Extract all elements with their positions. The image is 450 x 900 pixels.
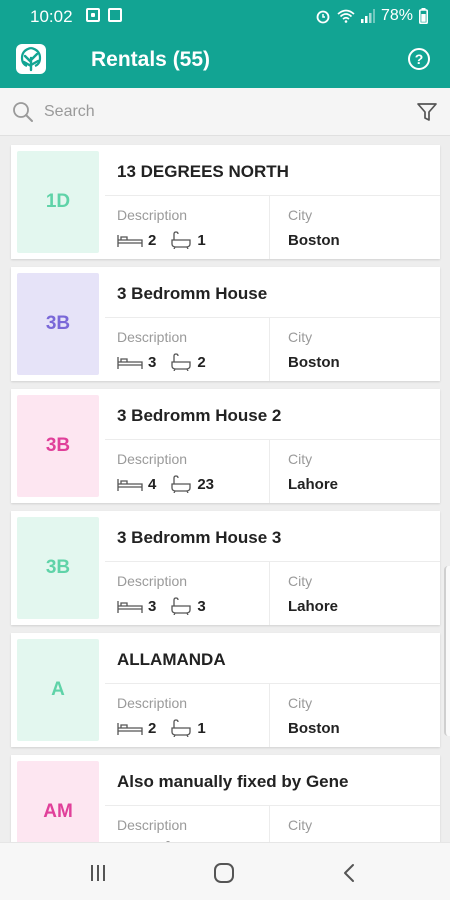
- bathroom-count: 3: [197, 597, 206, 615]
- bedroom-count: 4: [148, 475, 157, 493]
- help-icon[interactable]: ?: [408, 48, 430, 70]
- bedroom-count: 2: [148, 231, 157, 249]
- rental-name: 3 Bedromm House 2: [117, 406, 282, 425]
- wifi-icon: [337, 9, 355, 23]
- row-divider: [105, 195, 440, 196]
- column-divider: [269, 195, 270, 259]
- rental-badge: 3B: [17, 395, 99, 497]
- bathroom-count: 2: [197, 353, 206, 371]
- bed-icon: [117, 601, 143, 613]
- back-icon[interactable]: [338, 861, 362, 885]
- rental-card[interactable]: 3B 3 Bedromm House 3 Description City 3 …: [11, 511, 440, 625]
- bathroom-count: 23: [197, 475, 215, 493]
- rental-name: 3 Bedromm House 3: [117, 528, 282, 547]
- bedroom-count: 3: [148, 353, 157, 371]
- rental-meta: 2 1: [117, 231, 220, 249]
- status-bar: 10:02 78%: [0, 0, 450, 32]
- home-icon[interactable]: [212, 861, 236, 885]
- signal-icon: [360, 9, 375, 23]
- row-divider: [105, 439, 440, 440]
- rental-card[interactable]: 3B 3 Bedromm House Description City 3 2 …: [11, 267, 440, 381]
- rental-name: Also manually fixed by Gene: [117, 772, 349, 791]
- bedroom-count: 3: [148, 597, 157, 615]
- city-value: Boston: [288, 720, 340, 737]
- image-icon: [86, 8, 100, 22]
- rental-badge: AM: [17, 761, 99, 842]
- description-label: Description: [117, 817, 188, 833]
- screen-icon: [108, 8, 122, 22]
- page-title: Rentals (55): [91, 48, 211, 71]
- description-label: Description: [117, 207, 188, 223]
- city-label: City: [288, 207, 313, 223]
- row-divider: [105, 805, 440, 806]
- rental-badge: A: [17, 639, 99, 741]
- row-divider: [105, 683, 440, 684]
- city-value: Lahore: [288, 476, 339, 493]
- rental-card[interactable]: 1D 13 DEGREES NORTH Description City 2 1…: [11, 145, 440, 259]
- app-bar: Rentals (55) ?: [0, 32, 450, 88]
- city-label: City: [288, 695, 313, 711]
- search-bar: [0, 88, 450, 136]
- rental-card[interactable]: A ALLAMANDA Description City 2 1 Boston: [11, 633, 440, 747]
- column-divider: [269, 317, 270, 381]
- status-time: 10:02: [30, 7, 73, 26]
- column-divider: [269, 561, 270, 625]
- city-value: Boston: [288, 232, 340, 249]
- description-label: Description: [117, 573, 188, 589]
- bath-icon: [171, 719, 191, 737]
- city-value: Lahore: [288, 598, 339, 615]
- rental-badge: 3B: [17, 273, 99, 375]
- alarm-icon: [316, 10, 330, 24]
- city-label: City: [288, 451, 313, 467]
- rental-name: ALLAMANDA: [117, 650, 226, 669]
- bed-icon: [117, 479, 143, 491]
- search-icon: [13, 102, 33, 122]
- column-divider: [269, 805, 270, 842]
- bath-icon: [171, 231, 191, 249]
- rental-badge: 3B: [17, 517, 99, 619]
- scroll-indicator[interactable]: [444, 566, 450, 736]
- description-label: Description: [117, 451, 188, 467]
- battery-text: 78%: [380, 7, 413, 24]
- row-divider: [105, 561, 440, 562]
- city-value: Boston: [288, 354, 340, 371]
- column-divider: [269, 439, 270, 503]
- tree-logo-icon[interactable]: [16, 44, 46, 74]
- rental-name: 13 DEGREES NORTH: [117, 162, 289, 181]
- bath-icon: [171, 597, 191, 615]
- rental-meta: 3 3: [117, 597, 220, 615]
- filter-icon[interactable]: [416, 101, 438, 123]
- bathroom-count: 1: [197, 719, 206, 737]
- rental-card[interactable]: AM Also manually fixed by Gene Descripti…: [11, 755, 440, 842]
- system-nav-bar: [0, 842, 450, 900]
- description-label: Description: [117, 695, 188, 711]
- rental-meta: 3 2: [117, 353, 220, 371]
- search-input[interactable]: [44, 98, 384, 126]
- column-divider: [269, 683, 270, 747]
- bedroom-count: 2: [148, 719, 157, 737]
- rental-badge: 1D: [17, 151, 99, 253]
- bed-icon: [117, 357, 143, 369]
- row-divider: [105, 317, 440, 318]
- bath-icon: [171, 353, 191, 371]
- rental-meta: 2 1: [117, 719, 220, 737]
- bathroom-count: 1: [197, 231, 206, 249]
- bed-icon: [117, 723, 143, 735]
- city-label: City: [288, 329, 313, 345]
- rental-card[interactable]: 3B 3 Bedromm House 2 Description City 4 …: [11, 389, 440, 503]
- battery-icon: [419, 8, 428, 24]
- rental-meta: 4 23: [117, 475, 228, 493]
- description-label: Description: [117, 329, 188, 345]
- rentals-list: 1D 13 DEGREES NORTH Description City 2 1…: [0, 136, 450, 842]
- rental-name: 3 Bedromm House: [117, 284, 268, 303]
- bath-icon: [171, 475, 191, 493]
- recent-apps-icon[interactable]: [86, 861, 110, 885]
- city-label: City: [288, 573, 313, 589]
- bed-icon: [117, 235, 143, 247]
- city-label: City: [288, 817, 313, 833]
